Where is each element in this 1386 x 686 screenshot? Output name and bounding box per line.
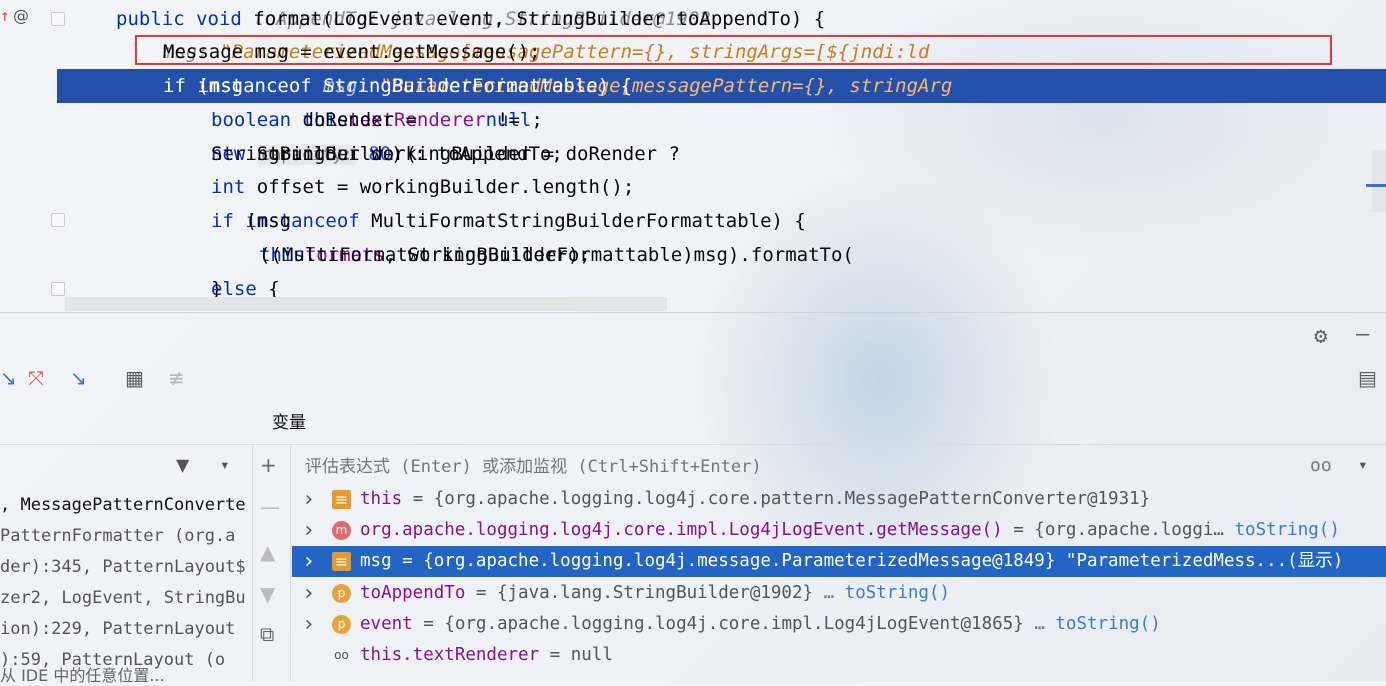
- variable-name: toAppendTo: [360, 582, 466, 603]
- glasses-icon[interactable]: oo: [1310, 455, 1332, 476]
- stack-frame[interactable]: zer2, LogEvent, StringBu: [0, 583, 246, 613]
- scroll-marker: [1366, 184, 1386, 187]
- variable-row[interactable]: › p toAppendTo = {java.lang.StringBuilder@…: [292, 578, 1386, 609]
- code-token: doRender =: [302, 109, 429, 131]
- code-token: StringBuilderFormattable) {: [323, 75, 655, 97]
- code-token: .: [348, 109, 360, 131]
- vertical-scrollbar[interactable]: [1372, 150, 1386, 212]
- variable-value: = {java.lang.StringBuilder@1902}: [465, 582, 814, 603]
- move-down-icon[interactable]: ▼: [260, 582, 275, 606]
- code-token: format(LogEvent event, StringBuilder toA…: [253, 8, 849, 30]
- code-token: boolean: [211, 109, 303, 131]
- method-icon: m: [332, 521, 351, 541]
- code-line[interactable]: if (msg instanceof MultiFormatStringBuil…: [0, 204, 1386, 238]
- stack-frame[interactable]: der):345, PatternLayout$: [0, 552, 246, 582]
- panel-divider: [290, 445, 291, 681]
- parameter-icon: p: [332, 614, 351, 634]
- tostring-link[interactable]: … toString(): [813, 583, 950, 603]
- expand-chevron-icon[interactable]: ›: [302, 546, 315, 577]
- code-line[interactable]: if (msg instanceof StringBuilderFormatta…: [110, 69, 1386, 103]
- debug-toolwindow-header: [0, 312, 1386, 357]
- variable-value: = {org.apache.logging.log4j.core.pattern…: [402, 489, 1151, 509]
- code-token: (msg: [245, 210, 303, 232]
- code-token: .: [304, 244, 317, 266]
- code-token: ) : toAppendTo;: [391, 143, 563, 165]
- code-line[interactable]: StringBuilder workingBuilder = doRender …: [0, 137, 1386, 171]
- move-up-icon[interactable]: ▲: [260, 540, 275, 564]
- code-token: public: [116, 8, 197, 30]
- code-token: if: [163, 75, 198, 97]
- code-token: (msg: [197, 75, 255, 97]
- frames-list: , MessagePatternConverte PatternFormatter…: [0, 445, 252, 681]
- field-icon: ≡: [332, 490, 351, 509]
- variables-tab[interactable]: 变量: [272, 408, 306, 433]
- expand-chevron-icon[interactable]: ›: [302, 515, 315, 546]
- variable-name: org.apache.logging.log4j.core.impl.Log4j…: [360, 520, 1003, 541]
- stack-frame[interactable]: , MessagePatternConverte: [0, 490, 246, 520]
- code-token: if: [211, 210, 246, 232]
- frames-hint: 从 IDE 中的任意位置...: [0, 666, 165, 685]
- code-token: !=: [485, 109, 532, 131]
- expand-chevron-icon[interactable]: ›: [302, 609, 315, 640]
- add-watch-icon[interactable]: +: [260, 453, 277, 477]
- layout-icon[interactable]: ▤: [1358, 366, 1377, 390]
- evaluate-expression-input[interactable]: [303, 452, 1287, 482]
- drop-frame-icon[interactable]: ⤧: [28, 366, 44, 390]
- variable-name: msg: [360, 551, 392, 572]
- chevron-down-icon[interactable]: ▾: [1358, 455, 1368, 474]
- calculator-icon[interactable]: ▦: [125, 366, 144, 390]
- code-token: ;: [531, 109, 543, 131]
- panel-divider[interactable]: [252, 445, 253, 681]
- code-token: void: [196, 8, 254, 30]
- variable-value: = {org.apache.logging.log4j.core.impl.Lo…: [412, 613, 1024, 634]
- code-line[interactable]: public void format(LogEvent event, Strin…: [0, 2, 1386, 36]
- watch-icon: oo: [334, 648, 349, 662]
- debug-toolbar: [0, 356, 1386, 402]
- code-line[interactable]: boolean doRender = this. textRenderer != …: [0, 103, 1386, 137]
- tostring-link[interactable]: … toString(): [1024, 614, 1160, 634]
- variable-row[interactable]: › ≡ msg = {org.apache.logging.log4j.messag…: [292, 546, 1386, 578]
- stack-frame[interactable]: ion):229, PatternLayout: [0, 614, 235, 644]
- highlight-box: [135, 35, 1332, 65]
- variable-row[interactable]: › p event = {org.apache.logging.log4j.core…: [292, 609, 1386, 640]
- code-token: int: [211, 176, 257, 198]
- code-editor[interactable]: ↑ @ public void format(LogEvent event, S…: [0, 0, 1386, 312]
- horizontal-scrollbar[interactable]: [65, 297, 667, 311]
- field-icon: ≡: [332, 552, 351, 572]
- trace-icon[interactable]: ≢: [168, 366, 185, 390]
- variable-row[interactable]: › m org.apache.logging.log4j.core.impl.Log…: [292, 515, 1386, 546]
- variable-value: = {org.apache.logging.log4j.message.Para…: [391, 551, 1344, 572]
- gear-icon[interactable]: ⚙: [1314, 324, 1327, 349]
- expand-chevron-icon[interactable]: ›: [302, 578, 315, 609]
- variable-name: this.textRenderer: [360, 645, 540, 665]
- variable-row[interactable]: › ≡ this = {org.apache.logging.log4j.core.…: [292, 484, 1386, 515]
- run-to-cursor-icon[interactable]: ↘: [70, 366, 87, 390]
- code-token: offset = workingBuilder.length();: [256, 176, 635, 198]
- remove-watch-icon[interactable]: —: [260, 495, 280, 519]
- minimize-icon[interactable]: —: [1356, 322, 1369, 347]
- code-line[interactable]: int offset = workingBuilder.length();: [0, 170, 1386, 204]
- stack-frame[interactable]: PatternFormatter (org.a: [0, 521, 235, 551]
- code-line[interactable]: ((MultiFormatStringBuilderFormattable)ms…: [0, 238, 1386, 272]
- copy-icon[interactable]: ⧉: [260, 622, 274, 646]
- execution-point-gutter: [57, 69, 110, 103]
- expand-chevron-icon[interactable]: ›: [302, 484, 315, 515]
- variable-value: = {org.apache.loggi…: [1002, 520, 1224, 541]
- variable-name: event: [360, 613, 413, 634]
- code-token: MultiFormatStringBuilderFormattable) {: [371, 210, 806, 232]
- tostring-link[interactable]: toString(): [1224, 520, 1340, 540]
- variable-value: = null: [539, 645, 613, 665]
- parameter-icon: p: [332, 583, 351, 603]
- variable-row[interactable]: oo this.textRenderer = null: [292, 640, 1386, 671]
- variable-name: this: [360, 489, 403, 509]
- step-icon[interactable]: ↘: [0, 366, 17, 390]
- code-token: , workingBuilder);: [384, 244, 591, 266]
